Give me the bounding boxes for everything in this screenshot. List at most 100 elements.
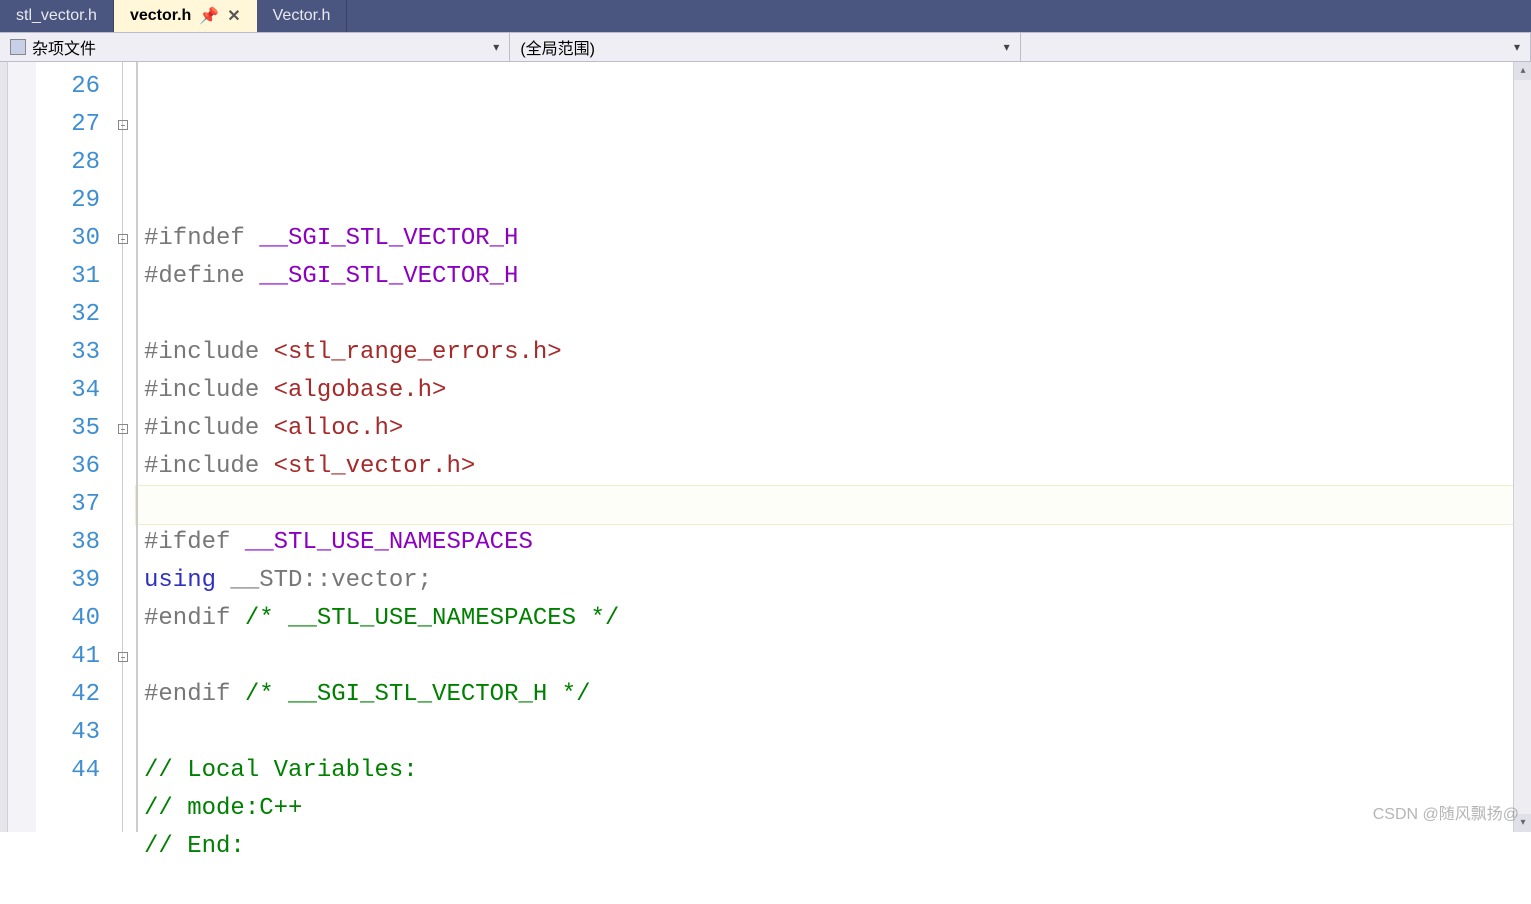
preprocessor-token: #define xyxy=(144,263,259,290)
line-number: 31 xyxy=(36,258,110,296)
line-number: 41 xyxy=(36,638,110,676)
line-number: 28 xyxy=(36,144,110,182)
outline-cell[interactable] xyxy=(110,486,136,524)
code-line[interactable]: #include <stl_vector.h> xyxy=(136,448,1531,486)
line-number: 30 xyxy=(36,220,110,258)
collapse-box-icon[interactable] xyxy=(118,424,128,434)
comment-token: /* __STL_USE_NAMESPACES */ xyxy=(245,605,619,632)
code-line[interactable]: #endif /* __STL_USE_NAMESPACES */ xyxy=(136,600,1531,638)
comment-token: // Local Variables: xyxy=(144,757,418,784)
editor: 26272829303132333435363738394041424344 #… xyxy=(0,62,1531,832)
line-number: 38 xyxy=(36,524,110,562)
code-area[interactable]: #ifndef __SGI_STL_VECTOR_H#define __SGI_… xyxy=(136,62,1531,832)
line-number: 29 xyxy=(36,182,110,220)
outline-cell[interactable] xyxy=(110,524,136,562)
outline-cell[interactable] xyxy=(110,752,136,790)
outline-cell[interactable] xyxy=(110,144,136,182)
code-line[interactable]: #define __SGI_STL_VECTOR_H xyxy=(136,258,1531,296)
outline-vertical-line xyxy=(122,62,123,832)
outline-cell[interactable] xyxy=(110,68,136,106)
tab-label: Vector.h xyxy=(273,7,331,25)
outline-cell[interactable] xyxy=(110,676,136,714)
collapse-box-icon[interactable] xyxy=(118,652,128,662)
outline-cell[interactable] xyxy=(110,410,136,448)
tab-label: vector.h xyxy=(130,7,191,25)
project-combo[interactable]: 杂项文件 ▾ xyxy=(0,33,510,61)
project-combo-label: 杂项文件 xyxy=(32,35,96,59)
macro-token: __SGI_STL_VECTOR_H xyxy=(259,225,518,252)
outline-cell[interactable] xyxy=(110,334,136,372)
comment-token: // mode:C++ xyxy=(144,795,302,822)
tab-bar: stl_vector.h vector.h 📌 ✕ Vector.h xyxy=(0,0,1531,32)
outline-cell[interactable] xyxy=(110,220,136,258)
line-number: 32 xyxy=(36,296,110,334)
code-line[interactable]: #include <stl_range_errors.h> xyxy=(136,334,1531,372)
line-number-column: 26272829303132333435363738394041424344 xyxy=(36,62,110,832)
line-number: 37 xyxy=(36,486,110,524)
code-line[interactable] xyxy=(136,866,1531,904)
code-line[interactable] xyxy=(136,714,1531,752)
tab-vector-h-active[interactable]: vector.h 📌 ✕ xyxy=(114,0,257,32)
include-token: <stl_range_errors.h> xyxy=(274,339,562,366)
preprocessor-token: #endif xyxy=(144,681,245,708)
code-line[interactable] xyxy=(136,638,1531,676)
outline-cell[interactable] xyxy=(110,258,136,296)
member-combo[interactable]: ▾ xyxy=(1021,33,1531,61)
preprocessor-token: #endif xyxy=(144,605,245,632)
line-number: 26 xyxy=(36,68,110,106)
line-number: 33 xyxy=(36,334,110,372)
collapse-box-icon[interactable] xyxy=(118,120,128,130)
code-line[interactable]: // mode:C++ xyxy=(136,790,1531,828)
breakpoint-margin[interactable] xyxy=(8,62,36,832)
watermark-text: CSDN @随风飘扬@ xyxy=(1373,800,1519,824)
comment-token: /* __SGI_STL_VECTOR_H */ xyxy=(245,681,591,708)
code-line[interactable]: // End: xyxy=(136,828,1531,866)
tab-stl-vector-h[interactable]: stl_vector.h xyxy=(0,0,114,32)
code-line[interactable]: #ifdef __STL_USE_NAMESPACES xyxy=(136,524,1531,562)
outline-cell[interactable] xyxy=(110,372,136,410)
chevron-down-icon: ▾ xyxy=(1514,40,1520,54)
project-icon xyxy=(10,39,26,55)
outline-cell[interactable] xyxy=(110,106,136,144)
outline-cell[interactable] xyxy=(110,714,136,752)
include-token: <stl_vector.h> xyxy=(274,453,476,480)
chevron-down-icon: ▾ xyxy=(1004,40,1010,54)
collapse-box-icon[interactable] xyxy=(118,234,128,244)
line-number: 35 xyxy=(36,410,110,448)
outline-cell[interactable] xyxy=(110,600,136,638)
outline-cell[interactable] xyxy=(110,182,136,220)
code-line[interactable]: #include <algobase.h> xyxy=(136,372,1531,410)
vertical-scrollbar[interactable]: ▴ ▾ xyxy=(1513,62,1531,832)
scroll-up-icon[interactable]: ▴ xyxy=(1514,62,1531,80)
code-line[interactable]: #endif /* __SGI_STL_VECTOR_H */ xyxy=(136,676,1531,714)
line-number: 34 xyxy=(36,372,110,410)
outline-cell[interactable] xyxy=(110,638,136,676)
line-number: 36 xyxy=(36,448,110,486)
include-token: <alloc.h> xyxy=(274,415,404,442)
code-token: __STD::vector; xyxy=(216,567,432,594)
preprocessor-token: #include xyxy=(144,339,274,366)
code-line[interactable]: // Local Variables: xyxy=(136,752,1531,790)
code-fold-bar xyxy=(136,62,138,832)
code-line[interactable]: using __STD::vector; xyxy=(136,562,1531,600)
code-line[interactable]: #ifndef __SGI_STL_VECTOR_H xyxy=(136,220,1531,258)
pin-icon[interactable]: 📌 xyxy=(199,6,219,26)
preprocessor-token: #include xyxy=(144,377,274,404)
close-icon[interactable]: ✕ xyxy=(227,6,240,26)
scope-combo[interactable]: (全局范围) ▾ xyxy=(510,33,1020,61)
outline-cell[interactable] xyxy=(110,296,136,334)
code-line[interactable] xyxy=(136,182,1531,220)
code-line[interactable] xyxy=(136,486,1531,524)
navigation-toolbar: 杂项文件 ▾ (全局范围) ▾ ▾ xyxy=(0,32,1531,62)
code-line[interactable] xyxy=(136,296,1531,334)
macro-token: __SGI_STL_VECTOR_H xyxy=(259,263,518,290)
preprocessor-token: #include xyxy=(144,415,274,442)
keyword-token: using xyxy=(144,567,216,594)
gutter-bar xyxy=(0,62,8,832)
code-line[interactable]: #include <alloc.h> xyxy=(136,410,1531,448)
outline-margin[interactable] xyxy=(110,62,136,832)
tab-vector-h-2[interactable]: Vector.h xyxy=(257,0,348,32)
outline-cell[interactable] xyxy=(110,448,136,486)
outline-cell[interactable] xyxy=(110,562,136,600)
chevron-down-icon: ▾ xyxy=(493,40,499,54)
